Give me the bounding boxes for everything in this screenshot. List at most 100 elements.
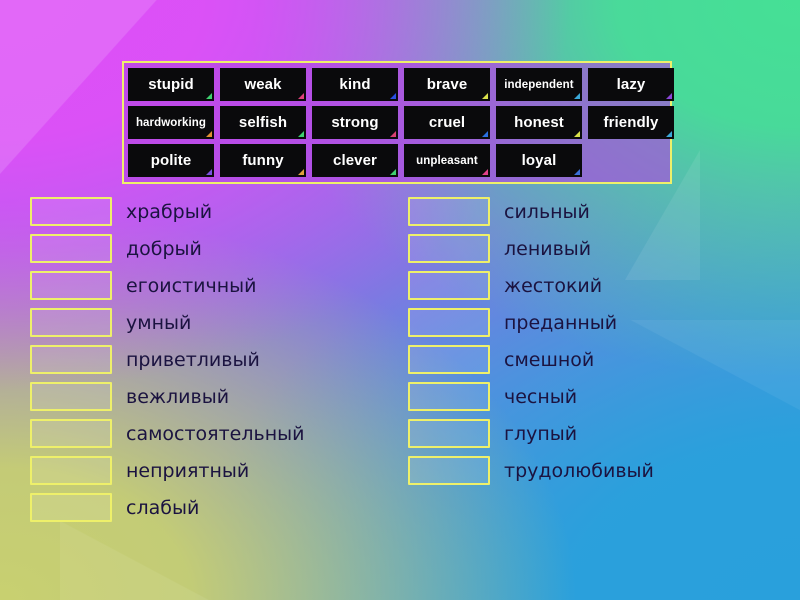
word-tile[interactable]: clever xyxy=(312,144,398,177)
answer-dropzone[interactable] xyxy=(408,234,490,263)
word-tile-label: strong xyxy=(331,114,379,131)
answer-column-right: сильный ленивый жестокий преданный смешной че… xyxy=(408,193,788,489)
tile-resize-corner-icon[interactable] xyxy=(390,93,396,99)
tile-resize-corner-icon[interactable] xyxy=(298,169,304,175)
answer-row: преданный xyxy=(408,304,788,341)
tile-resize-corner-icon[interactable] xyxy=(574,93,580,99)
word-tile-label: brave xyxy=(426,76,468,93)
tile-resize-corner-icon[interactable] xyxy=(482,93,488,99)
word-tile[interactable]: kind xyxy=(312,68,398,101)
word-tile-label: friendly xyxy=(603,114,659,131)
word-tile[interactable]: strong xyxy=(312,106,398,139)
tile-resize-corner-icon[interactable] xyxy=(666,131,672,137)
word-tile-label: stupid xyxy=(148,76,194,93)
answer-dropzone[interactable] xyxy=(30,308,112,337)
answer-row: вежливый xyxy=(30,378,400,415)
answer-row: жестокий xyxy=(408,267,788,304)
answer-row: приветливый xyxy=(30,341,400,378)
answer-row: сильный xyxy=(408,193,788,230)
answer-row: чесный xyxy=(408,378,788,415)
word-tile-label: funny xyxy=(242,152,284,169)
answer-dropzone[interactable] xyxy=(30,345,112,374)
answer-label: добрый xyxy=(126,237,202,260)
activity-stage: stupid weak kind brave independent lazy hardwo… xyxy=(0,0,800,600)
answer-dropzone[interactable] xyxy=(408,197,490,226)
answer-label: ленивый xyxy=(504,237,592,260)
word-tile-label: loyal xyxy=(521,152,557,169)
word-tile-label: weak xyxy=(244,76,282,93)
answer-dropzone[interactable] xyxy=(30,197,112,226)
answer-row: храбрый xyxy=(30,193,400,230)
answer-label: жестокий xyxy=(504,274,603,297)
answer-label: трудолюбивый xyxy=(504,459,654,482)
answer-dropzone[interactable] xyxy=(30,493,112,522)
word-tile-label: clever xyxy=(333,152,377,169)
tile-resize-corner-icon[interactable] xyxy=(390,169,396,175)
word-tile[interactable]: loyal xyxy=(496,144,582,177)
word-tile[interactable]: funny xyxy=(220,144,306,177)
answer-dropzone[interactable] xyxy=(30,456,112,485)
answer-label: приветливый xyxy=(126,348,260,371)
tile-resize-corner-icon[interactable] xyxy=(666,93,672,99)
answer-label: самостоятельный xyxy=(126,422,305,445)
word-tile[interactable]: cruel xyxy=(404,106,490,139)
word-tile-label: hardworking xyxy=(135,116,207,129)
tile-resize-corner-icon[interactable] xyxy=(298,131,304,137)
word-tile-label: cruel xyxy=(428,114,466,131)
answer-label: храбрый xyxy=(126,200,213,223)
word-bank-row: hardworking selfish strong cruel honest frien… xyxy=(128,106,674,139)
word-tile[interactable]: polite xyxy=(128,144,214,177)
answer-label: вежливый xyxy=(126,385,230,408)
answer-row: ленивый xyxy=(408,230,788,267)
answer-dropzone[interactable] xyxy=(30,271,112,300)
answer-dropzone[interactable] xyxy=(408,308,490,337)
word-tile[interactable]: hardworking xyxy=(128,106,214,139)
answer-dropzone[interactable] xyxy=(408,419,490,448)
answer-dropzone[interactable] xyxy=(408,345,490,374)
answer-row: умный xyxy=(30,304,400,341)
tile-resize-corner-icon[interactable] xyxy=(206,93,212,99)
word-bank-row: stupid weak kind brave independent lazy xyxy=(128,68,674,101)
answer-dropzone[interactable] xyxy=(30,382,112,411)
answer-label: преданный xyxy=(504,311,618,334)
word-tile-label: unpleasant xyxy=(416,154,478,167)
word-tile[interactable]: honest xyxy=(496,106,582,139)
answer-label: сильный xyxy=(504,200,590,223)
answer-label: егоистичный xyxy=(126,274,257,297)
answer-label: неприятный xyxy=(126,459,250,482)
answer-row: самостоятельный xyxy=(30,415,400,452)
answer-row: слабый xyxy=(30,489,400,526)
word-tile-label: polite xyxy=(150,152,192,169)
tile-resize-corner-icon[interactable] xyxy=(298,93,304,99)
answer-dropzone[interactable] xyxy=(30,419,112,448)
answer-row: трудолюбивый xyxy=(408,452,788,489)
word-tile-label: lazy xyxy=(616,76,646,93)
answer-dropzone[interactable] xyxy=(30,234,112,263)
answer-row: смешной xyxy=(408,341,788,378)
word-tile-label: independent xyxy=(504,78,574,91)
word-tile[interactable]: brave xyxy=(404,68,490,101)
word-tile[interactable]: selfish xyxy=(220,106,306,139)
answer-dropzone[interactable] xyxy=(408,456,490,485)
answer-column-left: храбрый добрый егоистичный умный приветливый… xyxy=(30,193,400,526)
word-tile[interactable]: unpleasant xyxy=(404,144,490,177)
answer-dropzone[interactable] xyxy=(408,271,490,300)
tile-resize-corner-icon[interactable] xyxy=(482,131,488,137)
tile-resize-corner-icon[interactable] xyxy=(574,131,580,137)
tile-resize-corner-icon[interactable] xyxy=(390,131,396,137)
word-tile[interactable]: weak xyxy=(220,68,306,101)
answer-label: умный xyxy=(126,311,192,334)
tile-resize-corner-icon[interactable] xyxy=(482,169,488,175)
tile-resize-corner-icon[interactable] xyxy=(574,169,580,175)
word-tile[interactable]: friendly xyxy=(588,106,674,139)
tile-resize-corner-icon[interactable] xyxy=(206,169,212,175)
word-tile-label: kind xyxy=(339,76,371,93)
tile-resize-corner-icon[interactable] xyxy=(206,131,212,137)
word-tile[interactable]: stupid xyxy=(128,68,214,101)
word-tile[interactable]: lazy xyxy=(588,68,674,101)
answer-label: глупый xyxy=(504,422,578,445)
answer-row: добрый xyxy=(30,230,400,267)
answer-row: глупый xyxy=(408,415,788,452)
answer-dropzone[interactable] xyxy=(408,382,490,411)
word-tile[interactable]: independent xyxy=(496,68,582,101)
